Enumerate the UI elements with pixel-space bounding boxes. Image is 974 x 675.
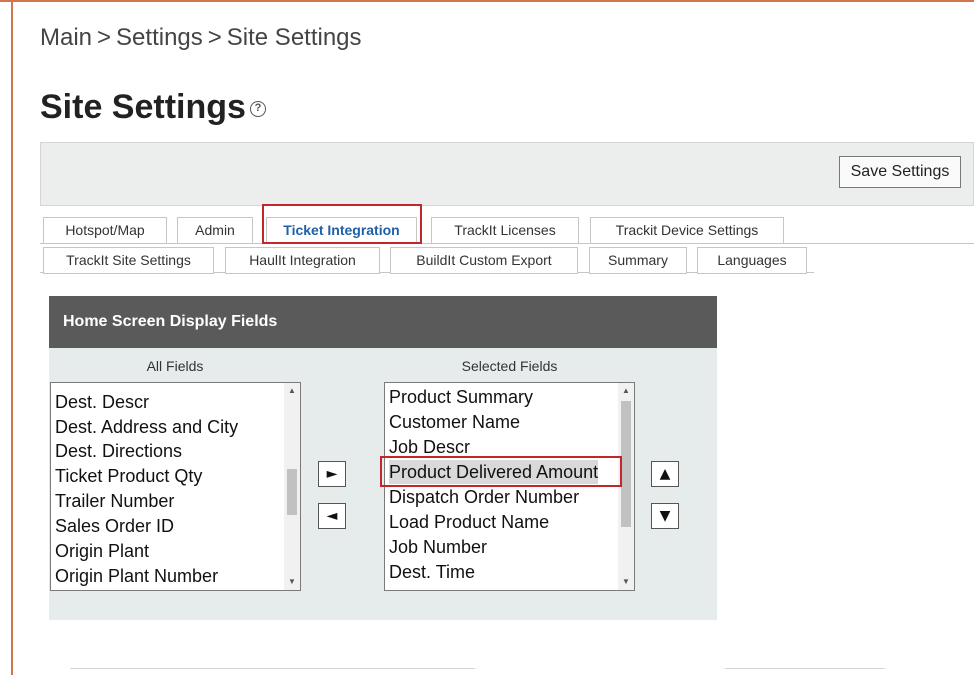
tab-trackit-licenses[interactable]: TrackIt Licenses: [431, 217, 579, 244]
list-item[interactable]: Dest. Directions: [55, 439, 182, 463]
tab-buildit-custom-export[interactable]: BuildIt Custom Export: [390, 247, 578, 274]
scroll-up-arrow-icon[interactable]: ▲: [284, 384, 300, 398]
panel-header: Home Screen Display Fields: [49, 296, 717, 348]
tab-ticket-integration[interactable]: Ticket Integration: [266, 217, 417, 244]
list-item[interactable]: Dest. Time: [389, 560, 475, 584]
save-settings-button[interactable]: Save Settings: [839, 156, 961, 188]
selected-fields-listbox[interactable]: Product Summary Customer Name Job Descr …: [384, 382, 635, 591]
tab-hotspot-map[interactable]: Hotspot/Map: [43, 217, 167, 244]
scroll-thumb[interactable]: [621, 401, 631, 527]
list-item[interactable]: Dest. Address and City: [55, 415, 238, 439]
list-item[interactable]: Dest. Descr: [55, 390, 149, 414]
list-item[interactable]: Load Product Name: [389, 510, 549, 534]
toolbar: [40, 142, 974, 206]
selected-fields-scrollbar[interactable]: ▲ ▼: [618, 383, 634, 590]
breadcrumb-site-settings: Site Settings: [226, 24, 362, 51]
add-field-button[interactable]: ►: [318, 461, 346, 487]
list-item[interactable]: Sales Order ID: [55, 514, 174, 538]
scroll-up-arrow-icon[interactable]: ▲: [618, 384, 634, 398]
frame-top-border: [0, 0, 974, 2]
breadcrumb-separator: >: [97, 24, 112, 51]
divider: [725, 668, 885, 669]
list-item-selected[interactable]: Product Delivered Amount: [389, 460, 599, 484]
breadcrumb: Main > Settings > Site Settings: [40, 24, 362, 52]
list-item[interactable]: Customer Name: [389, 410, 520, 434]
all-fields-listbox[interactable]: Dest. Descr Dest. Address and City Dest.…: [50, 382, 301, 591]
scroll-down-arrow-icon[interactable]: ▼: [618, 575, 634, 589]
list-item[interactable]: Origin Plant Number: [55, 564, 218, 588]
list-item[interactable]: Origin Plant: [55, 539, 149, 563]
list-item[interactable]: Product Summary: [389, 385, 533, 409]
tab-trackit-device-settings[interactable]: Trackit Device Settings: [590, 217, 784, 244]
tab-trackit-site-settings[interactable]: TrackIt Site Settings: [43, 247, 214, 274]
breadcrumb-separator: >: [207, 24, 222, 51]
breadcrumb-main[interactable]: Main: [40, 24, 92, 51]
list-item[interactable]: Job Number: [389, 535, 487, 559]
scroll-down-arrow-icon[interactable]: ▼: [284, 575, 300, 589]
all-fields-scrollbar[interactable]: ▲ ▼: [284, 383, 300, 590]
all-fields-label: All Fields: [146, 358, 204, 374]
selected-fields-label: Selected Fields: [461, 358, 558, 374]
move-down-button[interactable]: ▼: [651, 503, 679, 529]
breadcrumb-settings[interactable]: Settings: [116, 24, 203, 51]
remove-field-button[interactable]: ◄: [318, 503, 346, 529]
list-item[interactable]: Trailer Number: [55, 489, 174, 513]
list-item[interactable]: Dispatch Order Number: [389, 485, 579, 509]
tab-summary[interactable]: Summary: [589, 247, 687, 274]
list-item[interactable]: Job Descr: [389, 435, 470, 459]
help-circle-icon[interactable]: ?: [250, 101, 266, 117]
scroll-thumb[interactable]: [287, 469, 297, 515]
tab-languages[interactable]: Languages: [697, 247, 807, 274]
frame-left-border: [11, 0, 13, 675]
list-item[interactable]: Ticket Product Qty: [55, 464, 202, 488]
move-up-button[interactable]: ▲: [651, 461, 679, 487]
page-title: Site Settings: [40, 88, 246, 126]
divider: [70, 668, 475, 669]
tab-haulit-integration[interactable]: HaulIt Integration: [225, 247, 380, 274]
tab-admin[interactable]: Admin: [177, 217, 253, 244]
